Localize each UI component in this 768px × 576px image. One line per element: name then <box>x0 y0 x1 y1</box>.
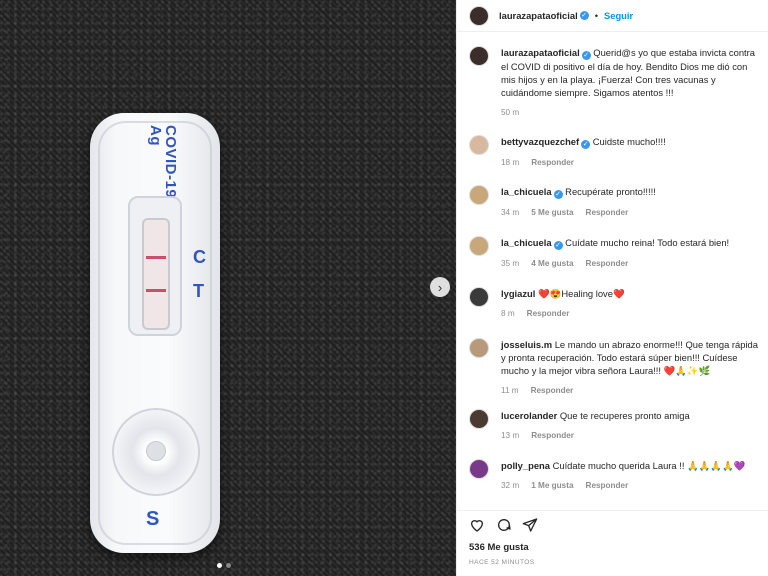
comment-likes[interactable]: 5 Me gusta <box>531 206 573 219</box>
reply-button[interactable]: Responder <box>586 479 629 492</box>
comment-time: 11 m <box>501 386 519 395</box>
comment-time: 13 m <box>501 431 520 440</box>
comment-time: 32 m <box>501 481 520 490</box>
comment-username[interactable]: la_chicuela <box>501 237 552 248</box>
comment-time: 34 m <box>501 208 520 217</box>
comment-username[interactable]: lygiazul <box>501 288 535 299</box>
comment: lucerolander Que te recuperes pronto ami… <box>469 409 760 442</box>
author-username[interactable]: laurazapataoficial <box>499 10 578 21</box>
comment-username[interactable]: la_chicuela <box>501 186 552 197</box>
comment-icon[interactable] <box>496 517 512 533</box>
avatar[interactable] <box>469 135 489 155</box>
comment: polly_pena Cuídate mucho querida Laura !… <box>469 459 760 492</box>
comment: josseluis.m Le mando un abrazo enorme!!!… <box>469 338 760 397</box>
caption-time: 50 m <box>501 108 520 117</box>
test-label: COVID-19 Ag <box>147 125 179 199</box>
comment-time: 18 m <box>501 158 520 167</box>
comment-time: 8 m <box>501 309 515 318</box>
avatar[interactable] <box>469 287 489 307</box>
chevron-right-icon: › <box>437 279 443 295</box>
avatar[interactable] <box>469 5 489 26</box>
avatar[interactable] <box>469 236 489 256</box>
verified-icon: ✓ <box>553 190 563 199</box>
comments-panel: laurazapataoficial ✓ • Seguir laurazapat… <box>456 0 768 576</box>
next-photo-button[interactable]: › <box>430 277 450 297</box>
avatar[interactable] <box>469 338 489 358</box>
post-time: HACE 52 MINUTOS <box>469 559 535 566</box>
comment-text: Cuidste mucho!!!! <box>592 136 666 147</box>
reply-button[interactable]: Responder <box>586 257 629 270</box>
heart-icon[interactable] <box>469 517 485 533</box>
comment-time: 35 m <box>501 259 520 268</box>
like-count[interactable]: 536 Me gusta <box>469 542 756 553</box>
reply-button[interactable]: Responder <box>586 206 629 219</box>
comment-likes[interactable]: 4 Me gusta <box>531 257 573 270</box>
verified-icon: ✓ <box>579 11 589 20</box>
avatar[interactable] <box>469 459 489 479</box>
post-header: laurazapataoficial ✓ • Seguir <box>457 0 768 32</box>
comment-text: ❤️😍Healing love❤️ <box>538 288 625 299</box>
comment-likes[interactable]: 1 Me gusta <box>531 479 573 492</box>
label-c: C <box>193 247 206 267</box>
avatar[interactable] <box>469 46 489 66</box>
test-line <box>146 289 166 292</box>
caption: laurazapataoficial ✓ Querid@s yo que esta… <box>469 46 760 119</box>
comment-username[interactable]: josseluis.m <box>501 339 552 350</box>
comment-text: Cuídate mucho reina! Todo estará bien! <box>565 237 730 248</box>
reply-button[interactable]: Responder <box>531 429 574 442</box>
avatar[interactable] <box>469 409 489 429</box>
comment-username[interactable]: lucerolander <box>501 410 557 421</box>
comment-text: Que te recuperes pronto amiga <box>559 410 690 421</box>
avatar[interactable] <box>469 185 489 205</box>
comment-username[interactable]: polly_pena <box>501 460 550 471</box>
comment: la_chicuela ✓ Cuídate mucho reina! Todo e… <box>469 236 760 270</box>
comment-text: Recupérate pronto!!!!! <box>565 186 656 197</box>
comment: bettyvazquezchef ✓ Cuidste mucho!!!! 18 m… <box>469 135 760 169</box>
share-icon[interactable] <box>522 517 538 533</box>
comment-text: Cuídate mucho querida Laura !! 🙏🙏🙏🙏💜 <box>552 460 746 471</box>
result-window <box>142 218 170 330</box>
verified-icon: ✓ <box>553 241 563 250</box>
carousel-dots <box>217 563 231 568</box>
post-viewer: COVID-19 Ag C T S › laurazapataoficial ✓… <box>0 0 768 576</box>
reply-button[interactable]: Responder <box>531 156 574 169</box>
reply-button[interactable]: Responder <box>531 384 574 397</box>
comment: lygiazul ❤️😍Healing love❤️ 8 m Responder <box>469 287 760 320</box>
action-bar: 536 Me gusta HACE 52 MINUTOS <box>457 510 768 572</box>
verified-icon: ✓ <box>581 51 591 60</box>
comment: la_chicuela ✓ Recupérate pronto!!!!! 34 m… <box>469 185 760 219</box>
follow-button[interactable]: Seguir <box>604 10 633 21</box>
label-t: T <box>193 281 204 301</box>
sample-hole <box>146 441 166 461</box>
label-s: S <box>146 508 160 530</box>
caption-username[interactable]: laurazapataoficial <box>501 47 580 58</box>
control-line <box>146 256 166 259</box>
comment-username[interactable]: bettyvazquezchef <box>501 136 579 147</box>
post-photo[interactable]: COVID-19 Ag C T S › <box>0 0 456 576</box>
reply-button[interactable]: Responder <box>527 307 570 320</box>
verified-icon: ✓ <box>581 140 591 149</box>
